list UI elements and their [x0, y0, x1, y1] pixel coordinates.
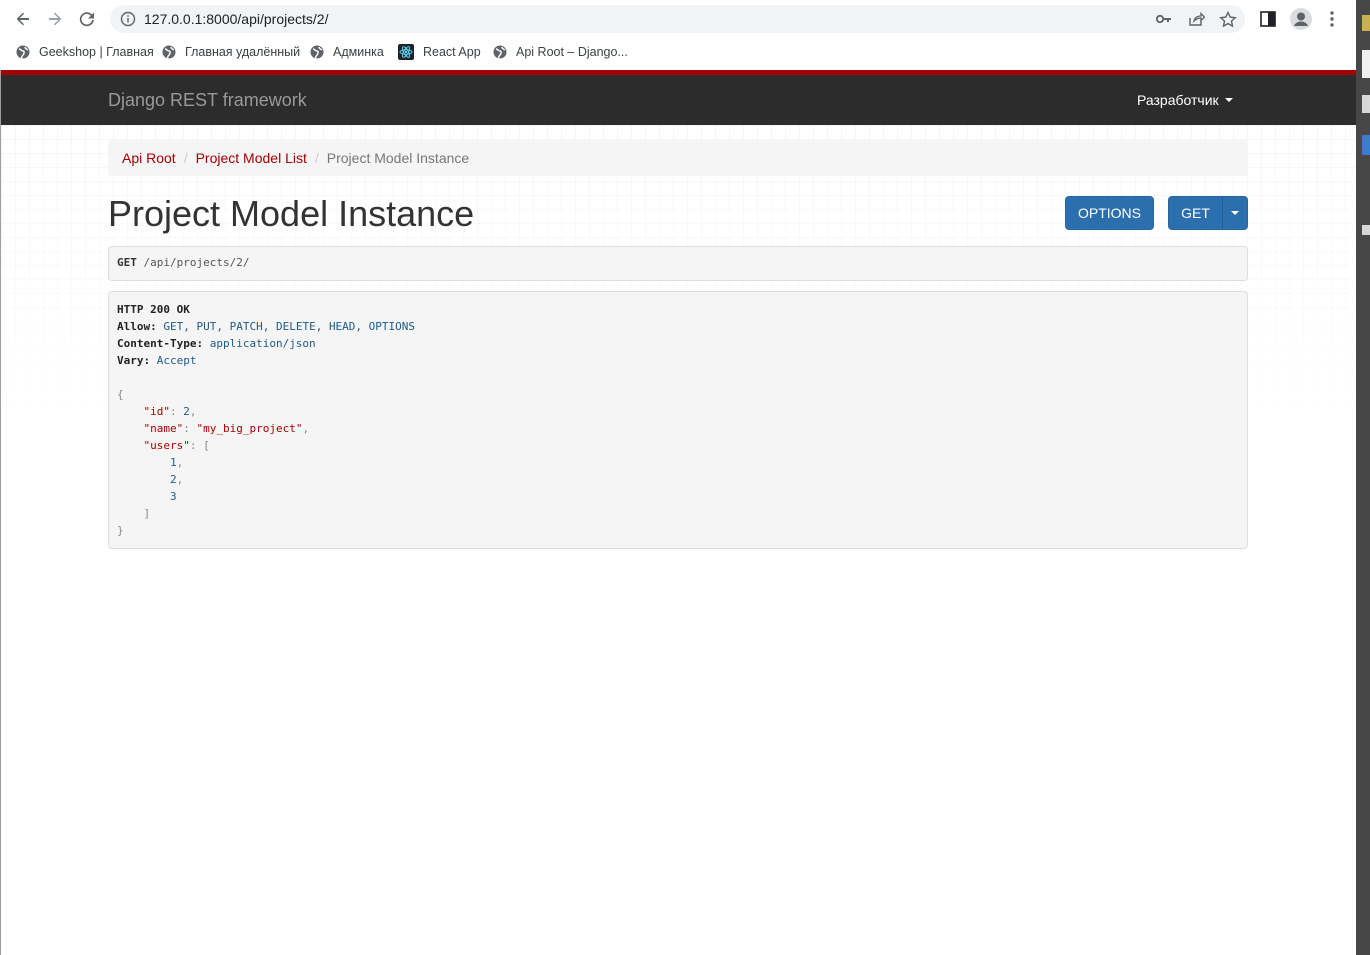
json-value: 2 [183, 405, 190, 418]
globe-icon [162, 45, 176, 59]
react-icon [398, 44, 414, 60]
response-header-name: Vary: [117, 354, 151, 367]
bookmark-label: Geekshop | Главная [39, 45, 154, 59]
json-array-item: 3 [169, 490, 177, 503]
options-button[interactable]: OPTIONS [1065, 196, 1154, 230]
window-edge-mark [1362, 225, 1370, 235]
globe-icon [16, 45, 30, 59]
bookmark-item[interactable]: React App [398, 42, 481, 62]
caret-down-icon [1231, 211, 1239, 215]
response-info: HTTP 200 OK Allow: GET, PUT, PATCH, DELE… [108, 291, 1248, 549]
json-bracket: ] [143, 507, 151, 520]
bookmark-item[interactable]: Админка [310, 42, 384, 62]
request-info: GET /api/projects/2/ [108, 246, 1248, 281]
bookmark-label: Api Root – Django... [516, 45, 628, 59]
response-status: HTTP 200 OK [117, 303, 190, 316]
breadcrumb-separator: / [314, 150, 319, 166]
bookmarks-bar: Geekshop | Главная Главная удалённый Адм… [0, 38, 1356, 66]
back-arrow-icon[interactable] [12, 8, 34, 30]
json-array-item: 1 [169, 456, 177, 469]
kebab-menu-icon[interactable] [1322, 9, 1342, 29]
side-panel-icon[interactable] [1258, 9, 1278, 29]
forward-arrow-icon[interactable] [44, 8, 66, 30]
json-value: "my_big_project" [196, 422, 303, 435]
navbar-brand[interactable]: Django REST framework [108, 90, 307, 111]
get-button[interactable]: GET [1168, 196, 1223, 230]
caret-down-icon [1224, 98, 1233, 102]
json-key: "id" [143, 405, 171, 418]
navbar: Django REST framework Разработчик [1, 70, 1356, 125]
reload-icon[interactable] [76, 8, 98, 30]
json-key: "name" [143, 422, 184, 435]
json-key: "users" [143, 439, 190, 452]
browser-chrome: 127.0.0.1:8000/api/projects/2/ Geekshop … [0, 0, 1356, 70]
globe-icon [310, 45, 324, 59]
background-window-edge [1356, 0, 1370, 955]
window-edge-mark [1362, 50, 1370, 78]
site-info-icon[interactable] [120, 11, 136, 32]
window-edge-mark [1362, 135, 1370, 155]
address-bar[interactable]: 127.0.0.1:8000/api/projects/2/ [110, 5, 1245, 33]
page-title: Project Model Instance [108, 193, 475, 234]
star-icon[interactable] [1219, 10, 1237, 28]
breadcrumb-project-model-list[interactable]: Project Model List [196, 150, 307, 166]
response-header-name: Content-Type: [117, 337, 204, 350]
globe-icon [493, 45, 507, 59]
bookmark-item[interactable]: Geekshop | Главная [16, 42, 154, 62]
json-brace: } [117, 524, 124, 537]
user-dropdown-label: Разработчик [1137, 92, 1219, 108]
bookmark-item[interactable]: Главная удалённый [162, 42, 300, 62]
bookmark-label: React App [423, 45, 481, 59]
response-header-name: Allow: [117, 320, 157, 333]
key-icon[interactable] [1155, 11, 1173, 27]
user-dropdown[interactable]: Разработчик [1137, 92, 1233, 108]
request-path: /api/projects/2/ [143, 256, 250, 269]
breadcrumb-current: Project Model Instance [326, 150, 470, 166]
breadcrumb: Api Root / Project Model List / Project … [108, 140, 1248, 176]
profile-avatar-icon[interactable] [1289, 7, 1313, 31]
browser-toolbar: 127.0.0.1:8000/api/projects/2/ [0, 0, 1356, 38]
window-edge-mark [1362, 15, 1370, 31]
share-icon[interactable] [1187, 11, 1206, 27]
json-array-item: 2 [169, 473, 177, 486]
url-text: 127.0.0.1:8000/api/projects/2/ [144, 11, 329, 27]
json-brace: { [117, 388, 124, 401]
breadcrumb-api-root[interactable]: Api Root [122, 150, 176, 166]
response-header-value: GET, PUT, PATCH, DELETE, HEAD, OPTIONS [163, 320, 416, 333]
get-format-dropdown[interactable] [1222, 196, 1248, 230]
bookmark-item[interactable]: Api Root – Django... [493, 42, 628, 62]
window-edge-mark [1362, 95, 1370, 113]
bookmark-label: Главная удалённый [185, 45, 301, 59]
response-header-value: application/json [209, 337, 316, 350]
api-page: Django REST framework Разработчик Api Ro… [1, 70, 1356, 955]
request-method: GET [117, 256, 137, 269]
breadcrumb-separator: / [183, 150, 188, 166]
response-header-value: Accept [156, 354, 197, 367]
bookmark-label: Админка [333, 45, 384, 59]
